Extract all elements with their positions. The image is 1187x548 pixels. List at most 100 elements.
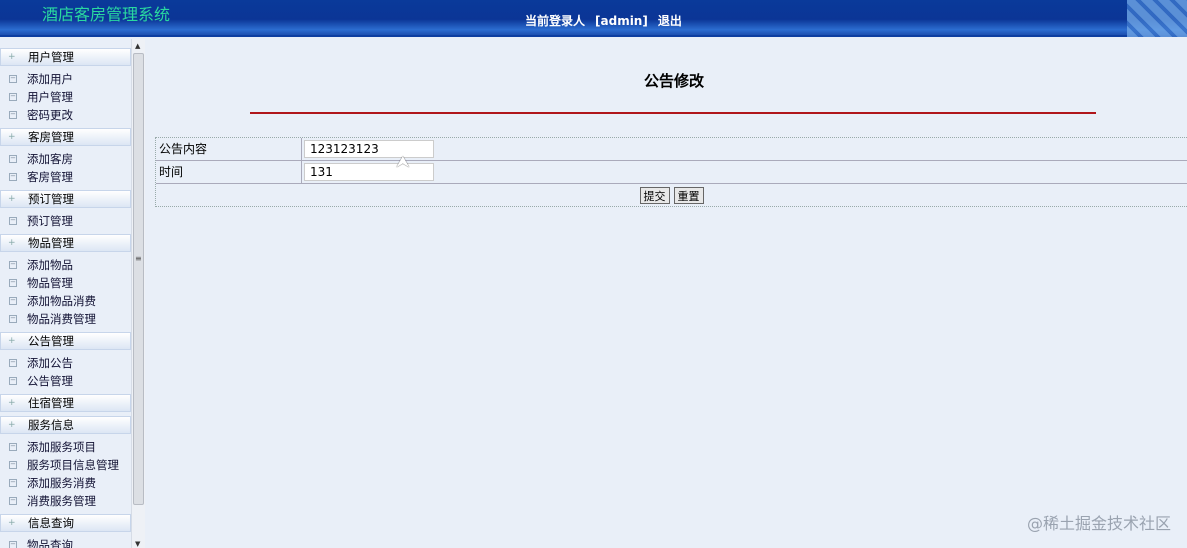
time-row: 时间 [156,161,1187,184]
sidebar-section-items: − 添加用户 − 用户管理 − 密码更改 [0,70,131,128]
collapse-icon: − [9,496,17,505]
sidebar-item-label: 用户管理 [27,90,73,104]
expand-icon: + [8,398,16,408]
sidebar-item-label: 添加服务消费 [27,476,96,490]
notice-edit-form: 公告内容 时间 提交重置 [155,137,1187,207]
sidebar-item[interactable]: − 物品消费管理 [0,310,131,328]
collapse-icon: − [9,172,17,181]
content-row: 公告内容 [156,138,1187,161]
sidebar-item[interactable]: − 预订管理 [0,212,131,230]
section-title: 住宿管理 [28,396,74,410]
scroll-down-icon[interactable]: ▼ [135,540,140,548]
expand-icon: + [8,132,16,142]
section-title: 客房管理 [28,130,74,144]
sidebar-section-header[interactable]: + 住宿管理 [0,394,131,412]
expand-icon: + [8,238,16,248]
collapse-icon: − [9,278,17,287]
collapse-icon: − [9,540,17,548]
sidebar-item[interactable]: − 物品管理 [0,274,131,292]
sidebar-section-items: − 添加客房 − 客房管理 [0,150,131,190]
content-label: 公告内容 [156,138,302,160]
sidebar-item[interactable]: − 添加服务项目 [0,438,131,456]
sidebar-item[interactable]: − 添加公告 [0,354,131,372]
sidebar-item[interactable]: − 消费服务管理 [0,492,131,510]
sidebar-item-label: 添加物品消费 [27,294,96,308]
sidebar-item-label: 客房管理 [27,170,73,184]
watermark: @稀土掘金技术社区 [1026,514,1171,533]
sidebar-scrollbar[interactable]: ▲ ≡ ▼ [131,39,145,548]
app-title: 酒店客房管理系统 [42,5,171,24]
sidebar-section-header[interactable]: + 用户管理 [0,48,131,66]
sidebar-item[interactable]: − 密码更改 [0,106,131,124]
collapse-icon: − [9,376,17,385]
divider [250,112,1096,114]
sidebar-item[interactable]: − 用户管理 [0,88,131,106]
current-user: [admin] [595,14,648,28]
sidebar-section-header[interactable]: + 预订管理 [0,190,131,208]
collapse-icon: − [9,216,17,225]
scroll-up-icon[interactable]: ▲ [135,42,140,50]
button-row: 提交 重置 [156,184,1187,206]
current-user-label: 当前登录人 [525,14,586,28]
sidebar-item[interactable]: − 添加用户 [0,70,131,88]
sidebar-item-label: 密码更改 [27,108,73,122]
user-info: 当前登录人 [admin] 退出 [525,12,692,29]
sidebar-item-label: 消费服务管理 [27,494,96,508]
time-input[interactable] [304,163,434,181]
collapse-icon: − [9,74,17,83]
logout-link[interactable]: 退出 [658,14,682,28]
collapse-icon: − [9,110,17,119]
sidebar-item[interactable]: − 添加客房 [0,150,131,168]
collapse-icon: − [9,358,17,367]
mouse-cursor-icon: ⮝ [396,152,410,171]
page-title: 公告修改 [643,72,704,90]
section-title: 公告管理 [28,334,74,348]
sidebar-item[interactable]: − 公告管理 [0,372,131,390]
expand-icon: + [8,52,16,62]
header-banner: 酒店客房管理系统 当前登录人 [admin] 退出 [0,0,1187,37]
section-title: 用户管理 [28,50,74,64]
sidebar-item-label: 添加客房 [27,152,73,166]
sidebar-item-label: 公告管理 [27,374,73,388]
sidebar-item[interactable]: − 添加物品消费 [0,292,131,310]
collapse-icon: − [9,460,17,469]
sidebar-item-label: 服务项目信息管理 [27,458,119,472]
sidebar-item[interactable]: − 客房管理 [0,168,131,186]
collapse-icon: − [9,478,17,487]
sidebar-section-items: − 预订管理 [0,212,131,234]
collapse-icon: − [9,260,17,269]
section-title: 预订管理 [28,192,74,206]
sidebar-section-header[interactable]: + 物品管理 [0,234,131,252]
sidebar-section-items: − 物品查询 [0,536,131,548]
expand-icon: + [8,420,16,430]
sidebar-item[interactable]: − 添加服务消费 [0,474,131,492]
submit-button[interactable]: 提交 [639,186,670,204]
time-label: 时间 [156,161,302,183]
sidebar-section-items: − 添加物品 − 物品管理 − 添加物品消费 − 物品消费管理 [0,256,131,332]
sidebar-section-header[interactable]: + 公告管理 [0,332,131,350]
collapse-icon: − [9,442,17,451]
content-input[interactable] [304,140,434,158]
section-title: 服务信息 [28,418,74,432]
sidebar-item-label: 添加用户 [27,72,73,86]
sidebar-item-label: 物品管理 [27,276,73,290]
collapse-icon: − [9,92,17,101]
sidebar-section-header[interactable]: + 信息查询 [0,514,131,532]
scrollbar-thumb[interactable] [133,53,144,505]
expand-icon: + [8,336,16,346]
sidebar-item[interactable]: − 服务项目信息管理 [0,456,131,474]
reset-button[interactable]: 重置 [673,186,704,204]
sidebar-item[interactable]: − 添加物品 [0,256,131,274]
collapse-icon: − [9,314,17,323]
sidebar-section-items: − 添加公告 − 公告管理 [0,354,131,394]
sidebar-item-label: 添加公告 [27,356,73,370]
sidebar-item-label: 预订管理 [27,214,73,228]
grip-icon: ≡ [135,254,142,263]
sidebar-item-label: 物品查询 [27,538,73,548]
section-title: 信息查询 [28,516,74,530]
sidebar-section-header[interactable]: + 服务信息 [0,416,131,434]
sidebar-section-header[interactable]: + 客房管理 [0,128,131,146]
sidebar-item-label: 添加物品 [27,258,73,272]
sidebar-section-items: − 添加服务项目 − 服务项目信息管理 − 添加服务消费 − 消费服务管理 [0,438,131,514]
sidebar-item[interactable]: − 物品查询 [0,536,131,548]
